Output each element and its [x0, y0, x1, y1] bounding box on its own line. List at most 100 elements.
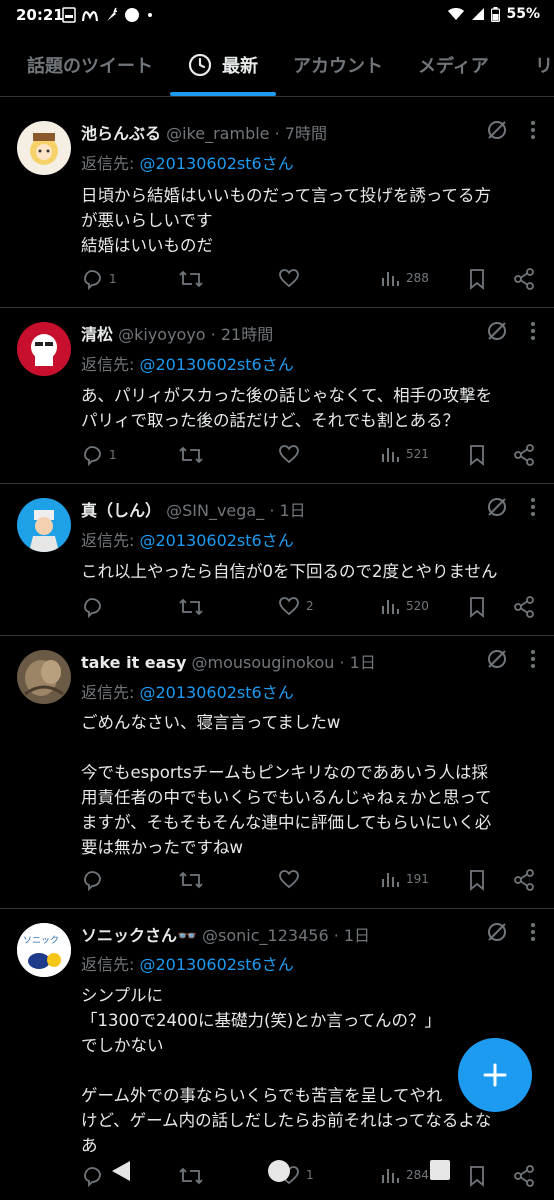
status-right: 55% — [447, 6, 540, 22]
display-name[interactable]: 真（しん） — [81, 501, 161, 520]
more-options-icon[interactable] — [530, 120, 536, 140]
bookmark-button[interactable] — [468, 268, 486, 290]
share-button[interactable] — [513, 268, 535, 290]
avatar-text: ソニック — [23, 935, 59, 946]
reply-icon — [84, 446, 101, 466]
tweet-header: 清松 @kiyoyoyo · 21時間 — [81, 321, 273, 345]
reply-mention[interactable]: @20130602st6さん — [139, 683, 293, 702]
view-count: 520 — [406, 599, 429, 613]
handle-time[interactable]: @SIN_vega_ · 1日 — [166, 501, 306, 520]
display-name[interactable]: 池らんぶる — [81, 124, 161, 143]
tweet[interactable]: 清松 @kiyoyoyo · 21時間 返信先: @20130602st6さん … — [0, 308, 554, 484]
grok-icon[interactable] — [486, 119, 508, 141]
battery-icon — [491, 6, 501, 22]
reply-button[interactable] — [81, 596, 109, 618]
reply-prefix: 返信先: — [81, 683, 140, 702]
retweet-button[interactable] — [178, 444, 210, 466]
tweet-actions: 1 288 — [81, 268, 541, 292]
grok-icon[interactable] — [486, 496, 508, 518]
grok-icon[interactable] — [486, 320, 508, 342]
tweet[interactable]: 池らんぶる @ike_ramble · 7時間 返信先: @20130602st… — [0, 107, 554, 308]
like-button[interactable] — [278, 268, 306, 288]
like-button[interactable] — [278, 869, 306, 889]
reply-mention[interactable]: @20130602st6さん — [139, 955, 293, 974]
compose-button[interactable] — [458, 1038, 532, 1112]
retweet-button[interactable] — [178, 268, 210, 290]
avatar[interactable]: ソニック — [17, 923, 71, 977]
reply-mention[interactable]: @20130602st6さん — [139, 531, 293, 550]
tab-people[interactable]: アカウント — [293, 52, 383, 78]
share-button[interactable] — [513, 444, 535, 466]
reply-icon — [84, 871, 101, 891]
bookmark-icon — [470, 870, 484, 891]
reply-button[interactable]: 1 — [81, 444, 117, 466]
tab-top[interactable]: 話題のツイート — [27, 52, 153, 78]
bookmark-button[interactable] — [468, 869, 486, 891]
back-icon[interactable] — [108, 1158, 134, 1184]
reply-to: 返信先: @20130602st6さん — [81, 951, 294, 975]
display-name[interactable]: 清松 — [81, 325, 113, 344]
grok-icon[interactable] — [486, 921, 508, 943]
handle-time[interactable]: @sonic_123456 · 1日 — [202, 926, 370, 945]
share-button[interactable] — [513, 596, 535, 618]
tweet-header: 池らんぶる @ike_ramble · 7時間 — [81, 120, 327, 144]
retweet-button[interactable] — [178, 869, 210, 891]
avatar[interactable] — [17, 650, 71, 704]
tweet-text: これ以上やったら自信が0を下回るので2度とやりません — [81, 562, 498, 581]
bookmark-icon — [470, 445, 484, 466]
system-nav-bar — [0, 1148, 554, 1200]
bookmark-button[interactable] — [468, 444, 486, 466]
share-icon — [514, 268, 534, 290]
views-button[interactable]: 520 — [380, 596, 429, 616]
plus-icon — [483, 1063, 507, 1087]
reply-button[interactable]: 1 — [81, 268, 117, 290]
display-name[interactable]: take it easy — [81, 653, 186, 672]
clock-icon — [188, 53, 212, 77]
tweet-top-icons — [486, 921, 536, 943]
tab-lists[interactable]: リ — [535, 52, 553, 78]
views-button[interactable]: 191 — [380, 869, 429, 889]
display-name[interactable]: ソニックさん👓 — [81, 926, 197, 945]
home-icon[interactable] — [266, 1158, 292, 1184]
reply-prefix: 返信先: — [81, 955, 140, 974]
reply-button[interactable] — [81, 869, 109, 891]
tweet-text: あ、パリィがスカった後の話じゃなくて、相手の攻撃を パリィで取った後の話だけど、… — [81, 386, 493, 430]
views-button[interactable]: 521 — [380, 444, 429, 464]
handle-time[interactable]: @ike_ramble · 7時間 — [166, 124, 327, 143]
recents-icon[interactable] — [428, 1158, 452, 1182]
views-icon — [382, 600, 399, 614]
views-button[interactable]: 288 — [380, 268, 429, 288]
avatar[interactable] — [17, 498, 71, 552]
tweet-top-icons — [486, 648, 536, 670]
more-options-icon[interactable] — [530, 649, 536, 669]
bookmark-icon — [470, 269, 484, 290]
tweet-header: 真（しん） @SIN_vega_ · 1日 — [81, 497, 306, 521]
handle-time[interactable]: @kiyoyoyo · 21時間 — [118, 325, 273, 344]
share-icon — [514, 444, 534, 466]
tweet[interactable]: 真（しん） @SIN_vega_ · 1日 返信先: @20130602st6さ… — [0, 484, 554, 636]
like-button[interactable] — [278, 444, 306, 464]
more-options-icon[interactable] — [530, 922, 536, 942]
tweet[interactable]: take it easy @mousouginokou · 1日 返信先: @2… — [0, 636, 554, 909]
tab-media[interactable]: メディア — [418, 52, 489, 78]
avatar[interactable] — [17, 322, 71, 376]
share-button[interactable] — [513, 869, 535, 891]
more-options-icon[interactable] — [530, 321, 536, 341]
grok-icon[interactable] — [486, 648, 508, 670]
retweet-button[interactable] — [178, 596, 210, 618]
tab-latest[interactable]: 最新 — [188, 52, 258, 78]
reply-mention[interactable]: @20130602st6さん — [139, 154, 293, 173]
handle-time[interactable]: @mousouginokou · 1日 — [191, 653, 375, 672]
heart-icon — [279, 870, 299, 889]
retweet-icon — [179, 598, 203, 616]
bookmark-button[interactable] — [468, 596, 486, 618]
avatar[interactable] — [17, 121, 71, 175]
status-bar: 20:21 55% — [0, 0, 554, 34]
active-tab-indicator — [170, 92, 276, 96]
like-button[interactable]: 2 — [278, 596, 314, 616]
heart-icon — [279, 445, 299, 464]
bookmark-icon — [470, 597, 484, 618]
reply-mention[interactable]: @20130602st6さん — [139, 355, 293, 374]
reply-to: 返信先: @20130602st6さん — [81, 679, 294, 703]
more-options-icon[interactable] — [530, 497, 536, 517]
